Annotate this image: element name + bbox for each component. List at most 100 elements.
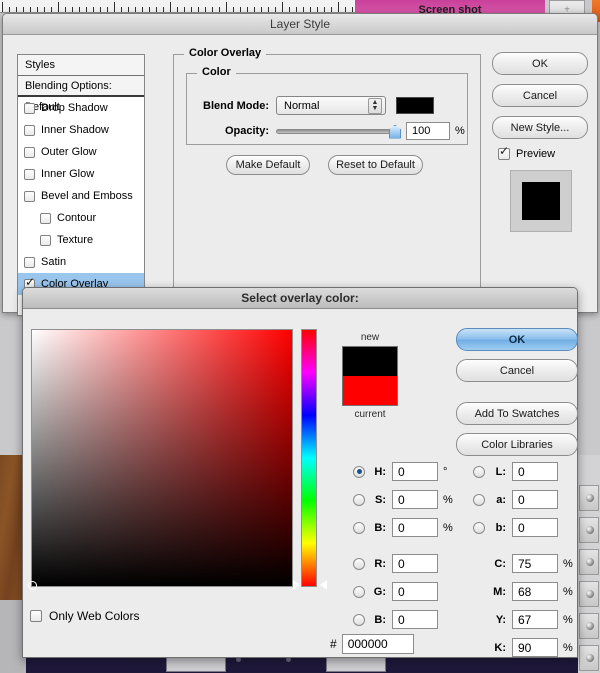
color-field-marker[interactable] — [28, 581, 37, 590]
color-mode-radio-h[interactable] — [353, 465, 365, 478]
effect-checkbox[interactable] — [24, 124, 35, 136]
only-web-colors-toggle[interactable]: Only Web Colors — [30, 609, 139, 623]
blend-mode-value: Normal — [284, 99, 320, 112]
opacity-input[interactable]: 100 — [406, 122, 450, 140]
opacity-unit: % — [455, 125, 465, 137]
effect-row[interactable]: Inner Glow — [18, 163, 144, 185]
hue-marker-left-icon[interactable] — [293, 580, 300, 590]
effect-row[interactable]: Outer Glow — [18, 141, 144, 163]
ruler-tick — [107, 7, 108, 12]
color-field-input-s[interactable]: 0 — [392, 490, 438, 509]
layer-style-titlebar[interactable]: Layer Style — [3, 14, 597, 35]
color-field-input-m[interactable]: 68 — [512, 582, 558, 601]
effect-row[interactable]: Contour — [18, 207, 144, 229]
color-field-g: G: 0 — [353, 582, 438, 601]
hex-prefix-label: # — [330, 637, 337, 651]
color-field-y: Y: 67% — [473, 610, 573, 629]
color-mode-radio-r[interactable] — [353, 557, 365, 570]
effect-row[interactable]: Bevel and Emboss — [18, 185, 144, 207]
effect-checkbox[interactable] — [24, 168, 35, 180]
reset-to-default-button[interactable]: Reset to Default — [328, 155, 423, 175]
saturation-brightness-field[interactable] — [28, 329, 293, 590]
color-field-input-r[interactable]: 0 — [392, 554, 438, 573]
color-mode-radio-s[interactable] — [353, 493, 365, 506]
ruler-tick — [170, 2, 171, 12]
new-color-swatch[interactable] — [343, 347, 397, 376]
color-mode-radio-l[interactable] — [473, 465, 485, 478]
preview-thumbnail — [510, 170, 572, 232]
color-field-input-y[interactable]: 67 — [512, 610, 558, 629]
current-color-swatch[interactable] — [343, 376, 397, 405]
blending-options-row[interactable]: Blending Options: Default — [18, 76, 144, 113]
ruler-tick — [79, 7, 80, 12]
ruler-tick — [240, 7, 241, 12]
effect-row[interactable]: Satin — [18, 251, 144, 273]
picker-ok-button[interactable]: OK — [456, 328, 578, 351]
preview-checkbox[interactable] — [498, 145, 510, 160]
effect-checkbox[interactable] — [24, 146, 35, 158]
color-field-input-b[interactable]: 0 — [392, 610, 438, 629]
effect-checkbox[interactable] — [24, 190, 35, 202]
color-picker-dialog: Select overlay color: new current OK Can… — [22, 287, 578, 658]
only-web-colors-checkbox[interactable] — [30, 610, 42, 622]
ruler-tick — [352, 7, 353, 12]
effect-checkbox[interactable] — [40, 212, 51, 224]
color-overlay-group: Color Overlay Color Blend Mode: Normal ▲… — [173, 47, 481, 316]
effect-row[interactable]: Texture — [18, 229, 144, 251]
hue-marker-right-icon[interactable] — [320, 580, 327, 590]
overlay-color-swatch[interactable] — [396, 97, 434, 114]
new-color-label: new — [360, 332, 380, 343]
effect-checkbox[interactable] — [24, 256, 35, 268]
color-field-input-h[interactable]: 0 — [392, 462, 438, 481]
color-field-input-b[interactable]: 0 — [512, 518, 558, 537]
color-field-unit: % — [443, 521, 453, 534]
ruler-tick — [135, 7, 136, 12]
color-subgroup-title: Color — [197, 66, 236, 78]
color-mode-radio-b[interactable] — [353, 521, 365, 534]
ruler-tick — [121, 7, 122, 12]
opacity-slider-knob[interactable] — [389, 124, 401, 139]
color-field-label: G: — [373, 585, 386, 598]
color-field-input-c[interactable]: 75 — [512, 554, 558, 573]
new-current-swatch[interactable] — [342, 346, 398, 406]
color-libraries-button[interactable]: Color Libraries — [456, 433, 578, 456]
color-field-unit: % — [563, 641, 573, 654]
color-field-input-k[interactable]: 90 — [512, 638, 558, 657]
blend-mode-select[interactable]: Normal ▲ ▼ — [276, 96, 386, 115]
background-tool-panel — [578, 455, 600, 673]
cancel-button[interactable]: Cancel — [492, 84, 588, 107]
color-field-label: C: — [494, 557, 506, 570]
color-field-input-b[interactable]: 0 — [392, 518, 438, 537]
color-field-input-l[interactable]: 0 — [512, 462, 558, 481]
make-default-button[interactable]: Make Default — [226, 155, 310, 175]
styles-list-panel: Styles Blending Options: Default Drop Sh… — [17, 54, 145, 316]
ruler-tick — [128, 7, 129, 12]
ok-button[interactable]: OK — [492, 52, 588, 75]
hex-input[interactable]: 000000 — [341, 634, 414, 654]
color-field-input-g[interactable]: 0 — [392, 582, 438, 601]
opacity-slider[interactable] — [276, 124, 401, 139]
add-to-swatches-button[interactable]: Add To Swatches — [456, 402, 578, 425]
styles-list-header[interactable]: Styles — [18, 55, 144, 76]
color-field-input-a[interactable]: 0 — [512, 490, 558, 509]
ruler-tick — [282, 2, 283, 12]
effect-checkbox[interactable] — [40, 234, 51, 246]
color-field-unit: % — [563, 613, 573, 626]
ruler-tick — [86, 7, 87, 12]
effect-checkbox[interactable] — [24, 102, 35, 114]
preview-toggle[interactable]: Preview — [498, 145, 592, 160]
color-mode-radio-b[interactable] — [353, 613, 365, 626]
ruler-tick — [51, 7, 52, 12]
effect-row[interactable]: Inner Shadow — [18, 119, 144, 141]
new-style-button[interactable]: New Style... — [492, 116, 588, 139]
color-picker-titlebar[interactable]: Select overlay color: — [23, 288, 577, 309]
color-field-label: M: — [493, 585, 506, 598]
color-mode-radio-b[interactable] — [473, 521, 485, 534]
ruler-tick — [219, 7, 220, 12]
hue-slider[interactable] — [301, 329, 317, 587]
color-field-b: B: 0 — [353, 610, 438, 629]
ruler-tick — [142, 7, 143, 12]
color-mode-radio-g[interactable] — [353, 585, 365, 598]
color-mode-radio-a[interactable] — [473, 493, 485, 506]
picker-cancel-button[interactable]: Cancel — [456, 359, 578, 382]
